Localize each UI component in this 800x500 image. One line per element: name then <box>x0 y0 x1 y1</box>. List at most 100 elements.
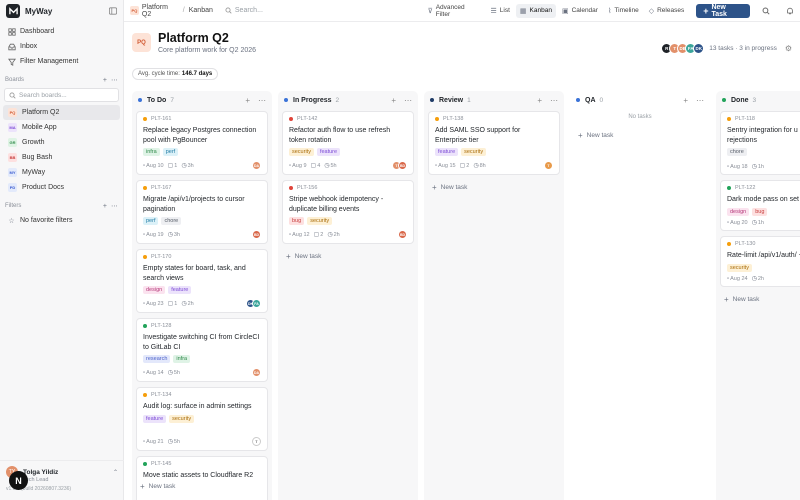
task-id: PLT-134 <box>143 392 261 398</box>
global-search[interactable]: Search... <box>225 7 424 14</box>
advanced-filter-button[interactable]: ⊽ Advanced Filter <box>424 4 485 18</box>
new-task-button[interactable]: + New task <box>570 128 710 142</box>
assignee-avatars[interactable]: BD <box>252 230 261 239</box>
advanced-filter-label: Advanced Filter <box>435 3 465 18</box>
add-icon[interactable]: + <box>245 96 250 105</box>
user-name: Tolga Yildiz <box>23 468 59 476</box>
more-icon[interactable]: ⋯ <box>258 96 266 105</box>
task-footer: ▫ Aug 18 ◷ 1h <box>727 163 800 171</box>
gear-icon[interactable]: ⚙ <box>785 44 792 53</box>
sidebar-board-item[interactable]: PD Product Docs <box>3 180 120 195</box>
board-badge: PQ <box>8 108 17 117</box>
task-card[interactable]: PLT-145 Move static assets to Cloudflare … <box>136 456 268 500</box>
task-footer: ▫ Aug 9 ▢ 4 ◷ 5h T BD <box>289 161 407 170</box>
add-icon[interactable]: + <box>537 96 542 105</box>
task-card[interactable]: PLT-167 Migrate /api/v1/projects to curso… <box>136 180 268 244</box>
n-badge[interactable]: N <box>9 471 28 490</box>
task-card[interactable]: PLT-122 Dark mode pass on set design bug ▫ Au… <box>720 180 800 231</box>
view-list[interactable]: ☰ List <box>487 4 514 18</box>
more-icon[interactable]: ⋯ <box>550 96 558 105</box>
view-label: Kanban <box>529 7 552 14</box>
collapse-sidebar-icon[interactable] <box>109 7 117 15</box>
more-icon[interactable]: ⋯ <box>111 76 118 84</box>
estimate-text: 8h <box>479 162 486 169</box>
task-card[interactable]: PLT-130 Rate-limit /api/v1/auth/ + email s… <box>720 236 800 287</box>
new-task-label: New task <box>586 131 614 139</box>
task-id: PLT-167 <box>143 185 261 191</box>
global-search-input[interactable]: Search... <box>235 7 263 14</box>
task-card[interactable]: PLT-142 Refactor auth flow to use refresh… <box>282 111 414 175</box>
task-card[interactable]: PLT-156 Stripe webhook idempotency - dupl… <box>282 180 414 244</box>
status-dot <box>722 98 726 102</box>
add-board-icon[interactable]: + <box>103 77 107 84</box>
tag: design <box>727 207 750 216</box>
search-icon[interactable] <box>762 7 770 15</box>
add-icon[interactable]: + <box>391 96 396 105</box>
task-card[interactable]: PLT-170 Empty states for board, task, and… <box>136 249 268 313</box>
nav-dashboard[interactable]: Dashboard <box>0 24 123 39</box>
sidebar-board-item[interactable]: MA Mobile App <box>3 120 120 135</box>
member-avatars[interactable]: R T DB FA DK <box>661 43 705 54</box>
new-task-button[interactable]: + New task <box>132 479 183 493</box>
empty-state: No tasks <box>628 114 652 120</box>
priority-dot <box>143 462 147 466</box>
tag: security <box>307 217 333 225</box>
new-task-button[interactable]: + New task <box>278 249 418 263</box>
assignee-avatars[interactable]: BD <box>398 230 407 239</box>
priority-dot <box>727 242 731 246</box>
assignee-avatars[interactable]: DK FA <box>246 299 261 308</box>
assignee-avatars[interactable]: DA <box>252 161 261 170</box>
new-task-button[interactable]: + New Task <box>696 3 750 18</box>
column-in-progress: In Progress 2 + ⋯ PLT-142 Refactor auth flow … <box>278 91 418 500</box>
assignee-avatars[interactable]: T <box>544 161 553 170</box>
plus-icon: + <box>432 182 437 192</box>
view-timeline[interactable]: ⌇ Timeline <box>604 4 643 18</box>
more-icon[interactable]: ⋯ <box>111 202 118 210</box>
add-filter-icon[interactable]: + <box>103 203 107 210</box>
sidebar-board-item[interactable]: BB Bug Bash <box>3 150 120 165</box>
task-id: PLT-161 <box>143 116 261 122</box>
assignee-avatars[interactable]: T BD <box>392 161 407 170</box>
new-task-label: New Task <box>711 3 727 18</box>
comment-count-text: 2 <box>320 231 324 238</box>
task-card[interactable]: PLT-134 Audit log: surface in admin setti… <box>136 387 268 451</box>
breadcrumb-board[interactable]: Platform Q2 <box>142 4 179 18</box>
nav-filter-management[interactable]: Filter Management <box>0 54 123 69</box>
tag: security <box>169 414 195 423</box>
avatar: FA <box>252 299 261 308</box>
sidebar-board-item[interactable]: PQ Platform Q2 <box>3 105 120 120</box>
view-calendar[interactable]: ▣ Calendar <box>558 4 602 18</box>
add-icon[interactable]: + <box>683 96 688 105</box>
avatar[interactable]: DK <box>693 43 705 54</box>
sidebar-board-item[interactable]: MY MyWay <box>3 165 120 180</box>
filter-icon: ⊽ <box>427 7 433 15</box>
tag: chore <box>161 217 182 225</box>
board-search[interactable]: Search boards... <box>4 88 119 102</box>
task-card[interactable]: PLT-161 Replace legacy Postgres connectio… <box>136 111 268 175</box>
chevron-icon[interactable]: ⌃ <box>113 469 118 476</box>
more-icon[interactable]: ⋯ <box>696 96 704 105</box>
tag: perf <box>162 148 179 156</box>
new-task-button[interactable]: + New task <box>424 180 564 194</box>
assignee-avatars[interactable]: DA <box>252 368 261 377</box>
comment-count: ▢ 1 <box>168 300 178 308</box>
view-releases[interactable]: ◇ Releases <box>645 4 689 18</box>
task-card[interactable]: PLT-138 Add SAML SSO support for Enterpri… <box>428 111 560 175</box>
new-task-button[interactable]: + New task <box>716 292 800 306</box>
bell-icon[interactable] <box>786 7 794 15</box>
assignee-avatars[interactable]: T <box>252 437 261 446</box>
view-kanban[interactable]: ▦ Kanban <box>515 3 556 18</box>
board-search-input[interactable]: Search boards... <box>19 92 67 99</box>
sidebar-board-item[interactable]: GR Growth <box>3 135 120 150</box>
calendar-icon: ▫ <box>143 369 146 376</box>
task-card[interactable]: PLT-118 Sentry integration for u promise … <box>720 111 800 175</box>
task-card[interactable]: PLT-128 Investigate switching CI from Cir… <box>136 318 268 382</box>
tag-list: feature security <box>435 148 553 156</box>
column-title: QA <box>585 96 596 104</box>
task-id: PLT-122 <box>727 185 800 191</box>
more-icon[interactable]: ⋯ <box>404 96 412 105</box>
tag-list: infra perf <box>143 148 261 156</box>
calendar-icon: ▫ <box>727 219 730 226</box>
nav-inbox[interactable]: Inbox <box>0 39 123 54</box>
column-header: Done3+⋯ <box>716 91 800 109</box>
